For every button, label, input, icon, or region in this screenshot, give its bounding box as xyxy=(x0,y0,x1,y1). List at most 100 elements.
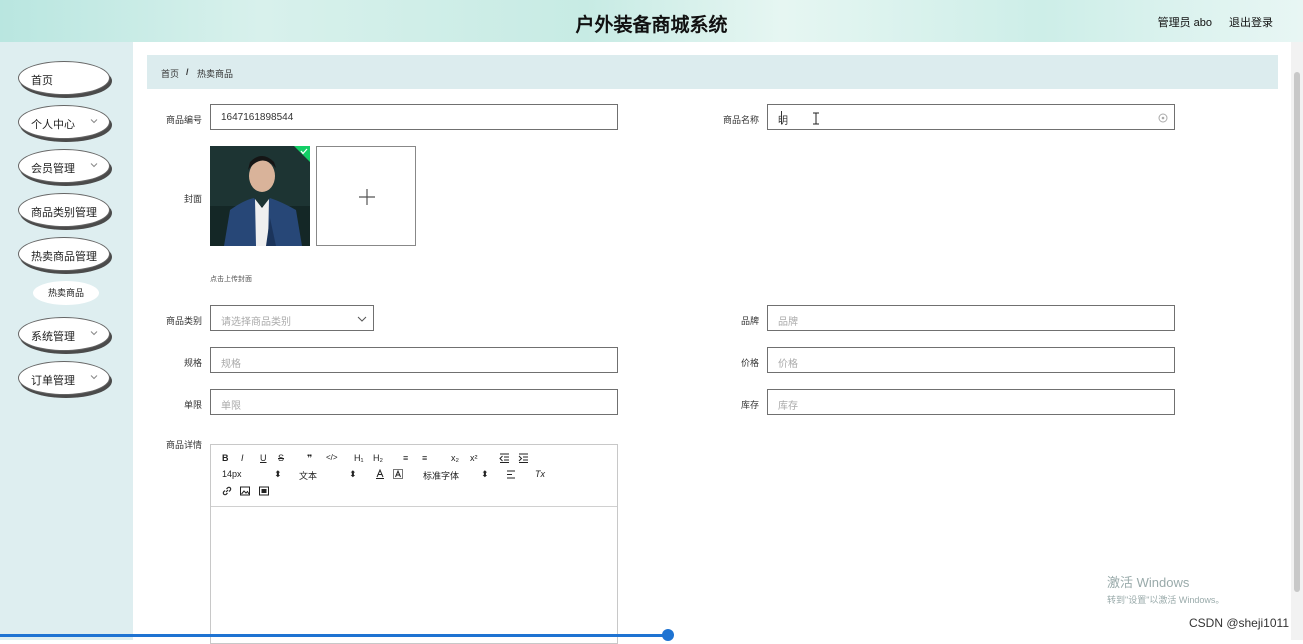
rich-text-editor: B I U S ❞ </> H₁ H₂ ≡ ≡ x₂ x² 14px ⬍ 文本 … xyxy=(210,444,618,644)
windows-activation-watermark: 激活 Windows 转到"设置"以激活 Windows。 xyxy=(1107,572,1224,606)
sidebar-item-label: 商品类别管理 xyxy=(31,207,97,219)
cover-image[interactable] xyxy=(210,146,310,246)
product-code-value: 1647161898544 xyxy=(221,112,294,123)
bold-button[interactable]: B xyxy=(222,453,229,463)
video-icon[interactable] xyxy=(259,486,269,496)
sidebar-item-label: 订单管理 xyxy=(31,375,75,387)
outdent-icon[interactable] xyxy=(499,453,510,463)
sidebar-item-label: 热卖商品管理 xyxy=(31,251,97,263)
text-cursor xyxy=(781,111,782,124)
spec-input[interactable]: 规格 xyxy=(210,347,618,373)
product-code-input[interactable]: 1647161898544 xyxy=(210,104,618,130)
stock-input[interactable]: 库存 xyxy=(767,389,1175,415)
product-code-label: 商品编号 xyxy=(165,115,202,125)
price-placeholder: 价格 xyxy=(778,359,798,370)
video-progress-knob[interactable] xyxy=(662,629,674,641)
limit-label: 单限 xyxy=(183,400,202,410)
blockquote-button[interactable]: ❞ xyxy=(307,453,312,464)
font-family-select[interactable]: 标准字体 xyxy=(423,469,459,482)
ibeam-cursor-icon xyxy=(813,112,819,125)
brand-label: 品牌 xyxy=(740,316,759,326)
link-icon[interactable] xyxy=(222,486,232,496)
category-placeholder: 请选择商品类别 xyxy=(221,317,291,328)
code-block-button[interactable]: </> xyxy=(326,453,338,462)
h2-button[interactable]: H₂ xyxy=(373,453,383,463)
breadcrumb-separator: / xyxy=(186,67,189,77)
text-style-select[interactable]: 文本 xyxy=(299,469,317,482)
system-title: 户外装备商城系统 xyxy=(575,15,728,36)
scrollbar-thumb[interactable] xyxy=(1294,72,1300,592)
video-progress-bar[interactable] xyxy=(0,634,668,637)
product-name-input[interactable]: 明 xyxy=(767,104,1175,130)
font-color-icon[interactable] xyxy=(375,469,385,479)
category-select[interactable]: 请选择商品类别 xyxy=(210,305,374,331)
category-label: 商品类别 xyxy=(165,316,202,326)
chevron-down-icon xyxy=(357,316,367,322)
logout-link[interactable]: 退出登录 xyxy=(1229,14,1273,30)
breadcrumb: 首页 / 热卖商品 xyxy=(147,55,1278,89)
sidebar-subitem-hot-products[interactable]: 热卖商品 xyxy=(33,281,99,305)
chevron-down-icon xyxy=(90,163,98,168)
watermark-line2: 转到"设置"以激活 Windows。 xyxy=(1107,595,1225,605)
watermark-line1: 激活 Windows xyxy=(1107,575,1190,590)
h1-button[interactable]: H₁ xyxy=(354,453,364,463)
stock-placeholder: 库存 xyxy=(778,401,798,412)
admin-username: 管理员 abo xyxy=(1157,17,1212,29)
sidebar-item-home[interactable]: 首页 xyxy=(18,61,110,95)
csdn-credit: CSDN @sheji1011 xyxy=(1188,616,1289,630)
brand-placeholder: 品牌 xyxy=(778,317,798,328)
strike-button[interactable]: S xyxy=(278,453,284,463)
chevron-down-icon xyxy=(90,119,98,124)
sidebar-item-members[interactable]: 会员管理 xyxy=(18,149,110,183)
font-size-select[interactable]: 14px xyxy=(222,469,242,479)
price-label: 价格 xyxy=(740,358,759,368)
subscript-button[interactable]: x₂ xyxy=(451,453,459,463)
sidebar-item-system[interactable]: 系统管理 xyxy=(18,317,110,351)
background-color-icon[interactable] xyxy=(393,469,403,479)
price-input[interactable]: 价格 xyxy=(767,347,1175,373)
breadcrumb-current: 热卖商品 xyxy=(197,69,234,79)
cover-label: 封面 xyxy=(183,194,202,204)
upload-cover-button[interactable] xyxy=(316,146,416,246)
sidebar-item-hot-products[interactable]: 热卖商品管理 xyxy=(18,237,110,271)
page-scrollbar[interactable] xyxy=(1291,42,1303,640)
sidebar-item-profile[interactable]: 个人中心 xyxy=(18,105,110,139)
underline-button[interactable]: U xyxy=(260,453,267,463)
sidebar-item-category[interactable]: 商品类别管理 xyxy=(18,193,110,227)
sidebar-item-label: 首页 xyxy=(31,75,53,87)
spec-label: 规格 xyxy=(183,358,202,368)
italic-button[interactable]: I xyxy=(241,453,244,463)
bullet-list-button[interactable]: ≡ xyxy=(422,453,427,463)
brand-input[interactable]: 品牌 xyxy=(767,305,1175,331)
font-family-arrows-icon[interactable]: ⬍ xyxy=(481,469,489,480)
chevron-down-icon xyxy=(90,331,98,336)
align-icon[interactable] xyxy=(506,470,516,479)
font-size-arrows-icon[interactable]: ⬍ xyxy=(274,469,282,480)
sidebar-item-label: 个人中心 xyxy=(31,119,75,131)
text-style-arrows-icon[interactable]: ⬍ xyxy=(349,469,357,480)
editor-toolbar: B I U S ❞ </> H₁ H₂ ≡ ≡ x₂ x² 14px ⬍ 文本 … xyxy=(211,445,617,507)
clear-format-button[interactable]: Tx xyxy=(535,469,545,479)
sidebar-item-label: 系统管理 xyxy=(31,331,75,343)
sidebar: 首页 个人中心 会员管理 商品类别管理 热卖商品管理 热卖商品 系统管理 订单管… xyxy=(0,42,133,640)
breadcrumb-home[interactable]: 首页 xyxy=(161,67,179,80)
sidebar-item-orders[interactable]: 订单管理 xyxy=(18,361,110,395)
ordered-list-button[interactable]: ≡ xyxy=(403,453,408,463)
superscript-button[interactable]: x² xyxy=(470,453,478,463)
limit-input[interactable]: 单限 xyxy=(210,389,618,415)
spec-placeholder: 规格 xyxy=(221,359,241,370)
cover-photo xyxy=(210,146,310,246)
indent-icon[interactable] xyxy=(518,453,529,463)
cover-upload-hint: 点击上传封面 xyxy=(210,276,252,283)
top-header: 户外装备商城系统 管理员 abo 退出登录 xyxy=(0,0,1303,43)
image-icon[interactable] xyxy=(240,486,250,496)
stock-label: 库存 xyxy=(740,400,759,410)
limit-placeholder: 单限 xyxy=(221,401,241,412)
detail-label: 商品详情 xyxy=(165,440,202,450)
clear-circle-icon[interactable] xyxy=(1158,113,1168,123)
sidebar-item-label: 会员管理 xyxy=(31,163,75,175)
main-content: 首页 / 热卖商品 商品编号 1647161898544 商品名称 明 封面 点… xyxy=(133,42,1303,644)
plus-icon xyxy=(359,189,375,205)
product-name-label: 商品名称 xyxy=(722,115,759,125)
chevron-down-icon xyxy=(90,375,98,380)
